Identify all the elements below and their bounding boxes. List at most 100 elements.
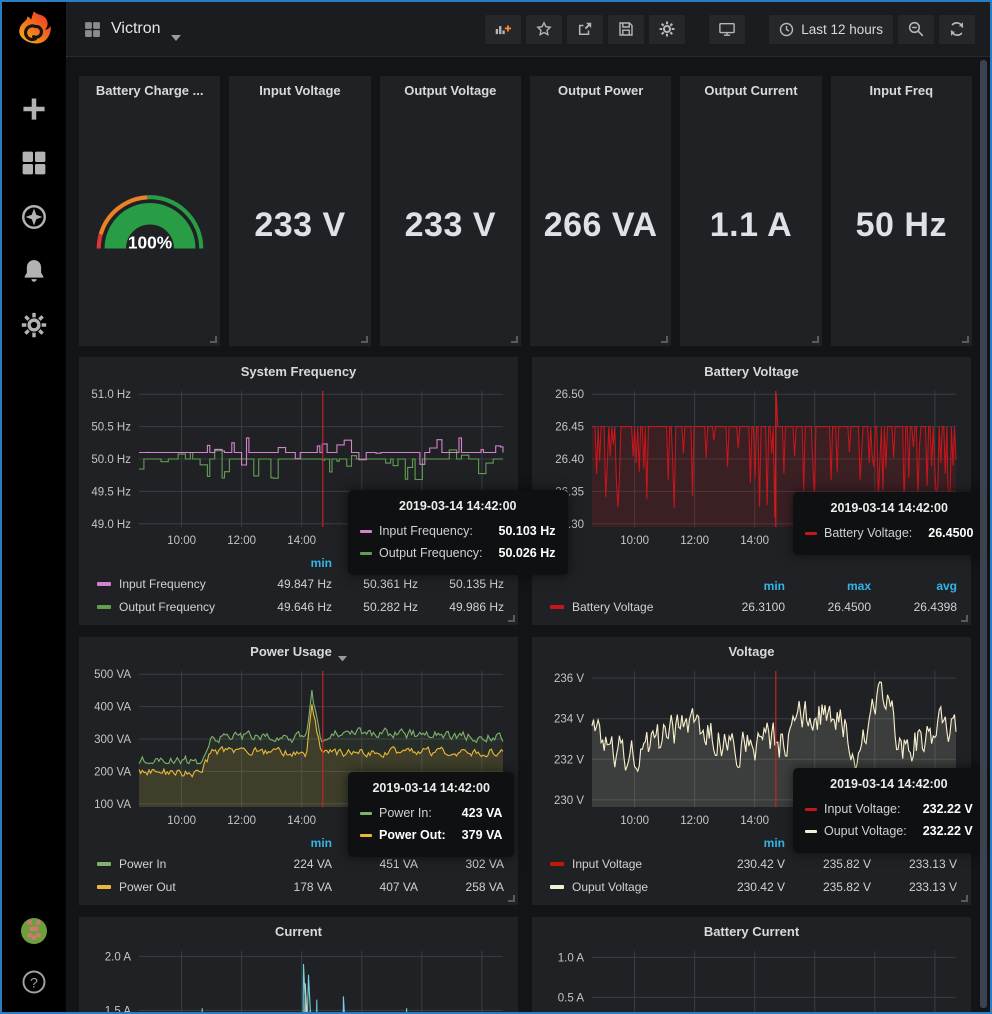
series-color-swatch [805, 808, 817, 811]
panel-title[interactable]: Battery Current [540, 917, 963, 945]
panel-resize-handle[interactable] [962, 336, 969, 343]
svg-text:26.45: 26.45 [555, 422, 584, 434]
legend-stat-header[interactable]: avg [871, 579, 957, 593]
tooltip-timestamp: 2019-03-14 14:42:00 [805, 501, 973, 515]
share-dashboard-button[interactable] [566, 14, 604, 45]
series-name[interactable]: Ouput Voltage [572, 880, 699, 894]
refresh-dashboard-button[interactable] [938, 14, 976, 45]
svg-text:1.0 A: 1.0 A [558, 952, 585, 964]
panel-title[interactable]: Battery Voltage [540, 357, 963, 385]
panel-title[interactable]: Voltage [540, 637, 963, 665]
tooltip-timestamp: 2019-03-14 14:42:00 [360, 499, 556, 513]
panel-title[interactable]: System Frequency [87, 357, 510, 385]
series-name[interactable]: Input Voltage [572, 857, 699, 871]
zoom-out-time-range-button[interactable] [897, 14, 935, 45]
svg-text:500 VA: 500 VA [94, 669, 131, 681]
svg-text:1.5 A: 1.5 A [105, 1005, 132, 1012]
legend-stat-header[interactable]: max [785, 579, 871, 593]
avatar [21, 931, 47, 944]
svg-text:0.5 A: 0.5 A [558, 992, 585, 1004]
scrollbar[interactable] [980, 60, 987, 1008]
graph-canvas[interactable]: 2.0 A1.5 A1.0 A0.5 A10:0012:0014:0016:00… [87, 945, 510, 1012]
mark-favorite-button[interactable] [525, 14, 563, 45]
series-stat-value: 233.13 V [871, 857, 957, 871]
breadcrumb[interactable]: Victron [84, 20, 181, 38]
stat-value: 50 Hz [856, 206, 947, 245]
svg-text:10:00: 10:00 [620, 535, 649, 547]
tooltip-series-row: Power Out:379 VA [360, 825, 502, 847]
series-stat-value: 235.82 V [785, 880, 871, 894]
svg-text:51.0 Hz: 51.0 Hz [91, 389, 131, 401]
series-name[interactable]: Power Out [119, 880, 246, 894]
series-color-swatch[interactable] [550, 862, 564, 866]
panel-title[interactable]: Power Usage [87, 637, 510, 665]
panel-title[interactable]: Output Voltage [380, 76, 521, 104]
panel-resize-handle[interactable] [961, 615, 968, 622]
series-name[interactable]: Battery Voltage [572, 600, 699, 614]
series-stat-value: 49.646 Hz [246, 600, 332, 614]
panel-title[interactable]: Output Power [530, 76, 671, 104]
svg-text:400 VA: 400 VA [94, 702, 131, 714]
sidebar-item-alerting[interactable] [21, 258, 47, 284]
legend-stat-header[interactable]: min [246, 556, 332, 570]
series-name[interactable]: Output Frequency [119, 600, 246, 614]
svg-text:10:00: 10:00 [167, 535, 196, 547]
series-color-swatch[interactable] [97, 885, 111, 889]
legend-stat-header[interactable]: min [246, 836, 332, 850]
graph-canvas[interactable]: 1.0 A0.5 A0 A10:0012:0014:0016:0018:0020… [540, 945, 963, 1012]
tooltip-timestamp: 2019-03-14 14:42:00 [805, 777, 973, 791]
sidebar-item-create[interactable] [21, 96, 47, 122]
graph-row-3: Current2.0 A1.5 A1.0 A0.5 A10:0012:0014:… [78, 916, 973, 1012]
panel-resize-handle[interactable] [961, 895, 968, 902]
panel-resize-handle[interactable] [508, 615, 515, 622]
grid-icon [21, 163, 47, 180]
svg-text:200 VA: 200 VA [94, 766, 131, 778]
cycle-view-mode-button[interactable] [708, 14, 746, 45]
panel-title[interactable]: Current [87, 917, 510, 945]
panel-title[interactable]: Input Voltage [229, 76, 370, 104]
panel-resize-handle[interactable] [661, 336, 668, 343]
panel-current: Current2.0 A1.5 A1.0 A0.5 A10:0012:0014:… [78, 916, 519, 1012]
series-name[interactable]: Power In [119, 857, 246, 871]
panel-title[interactable]: Input Freq [831, 76, 972, 104]
sidebar-item-explore[interactable] [21, 204, 47, 230]
panel-resize-handle[interactable] [508, 895, 515, 902]
chevron-down-icon [171, 28, 181, 34]
series-color-swatch[interactable] [550, 885, 564, 889]
series-color-swatch[interactable] [97, 862, 111, 866]
series-stat-value: 50.135 Hz [418, 577, 504, 591]
tooltip-series-row: Output Frequency:50.026 Hz [360, 543, 556, 565]
sidebar-item-help[interactable]: ? [22, 970, 46, 994]
legend-stat-header[interactable]: min [699, 836, 785, 850]
time-range-picker-button[interactable]: Last 12 hours [768, 14, 894, 45]
series-name[interactable]: Input Frequency [119, 577, 246, 591]
sidebar-item-dashboards[interactable] [21, 150, 47, 176]
save-dashboard-button[interactable] [607, 14, 645, 45]
series-color-swatch[interactable] [97, 605, 111, 609]
svg-text:10:00: 10:00 [620, 815, 649, 827]
add-panel-button[interactable] [484, 14, 522, 45]
sidebar-item-user-avatar[interactable] [21, 918, 47, 944]
legend-row: Battery Voltage26.310026.450026.4398 [546, 595, 959, 618]
panel-output-voltage: Output Voltage 233 V [379, 75, 522, 347]
panel-title[interactable]: Output Current [680, 76, 821, 104]
legend-row: Input Frequency49.847 Hz50.361 Hz50.135 … [93, 572, 506, 595]
tooltip-series-row: Ouput Voltage:232.22 V [805, 821, 973, 843]
panel-resize-handle[interactable] [361, 336, 368, 343]
sidebar-item-configuration[interactable] [21, 312, 47, 338]
legend-stat-header[interactable]: min [699, 579, 785, 593]
panel-resize-handle[interactable] [812, 336, 819, 343]
panel-resize-handle[interactable] [210, 336, 217, 343]
dashboard-settings-button[interactable] [648, 14, 686, 45]
panel-input-freq: Input Freq 50 Hz [830, 75, 973, 347]
panel-resize-handle[interactable] [511, 336, 518, 343]
panel-title[interactable]: Battery Charge ... [79, 76, 220, 104]
zoom-out-icon [908, 21, 924, 37]
series-color-swatch[interactable] [97, 582, 111, 586]
series-stat-value: 26.4398 [871, 600, 957, 614]
series-stat-value: 50.282 Hz [332, 600, 418, 614]
grafana-logo[interactable] [2, 2, 66, 56]
series-color-swatch[interactable] [550, 605, 564, 609]
svg-text:236 V: 236 V [554, 673, 584, 685]
svg-text:14:00: 14:00 [740, 535, 769, 547]
